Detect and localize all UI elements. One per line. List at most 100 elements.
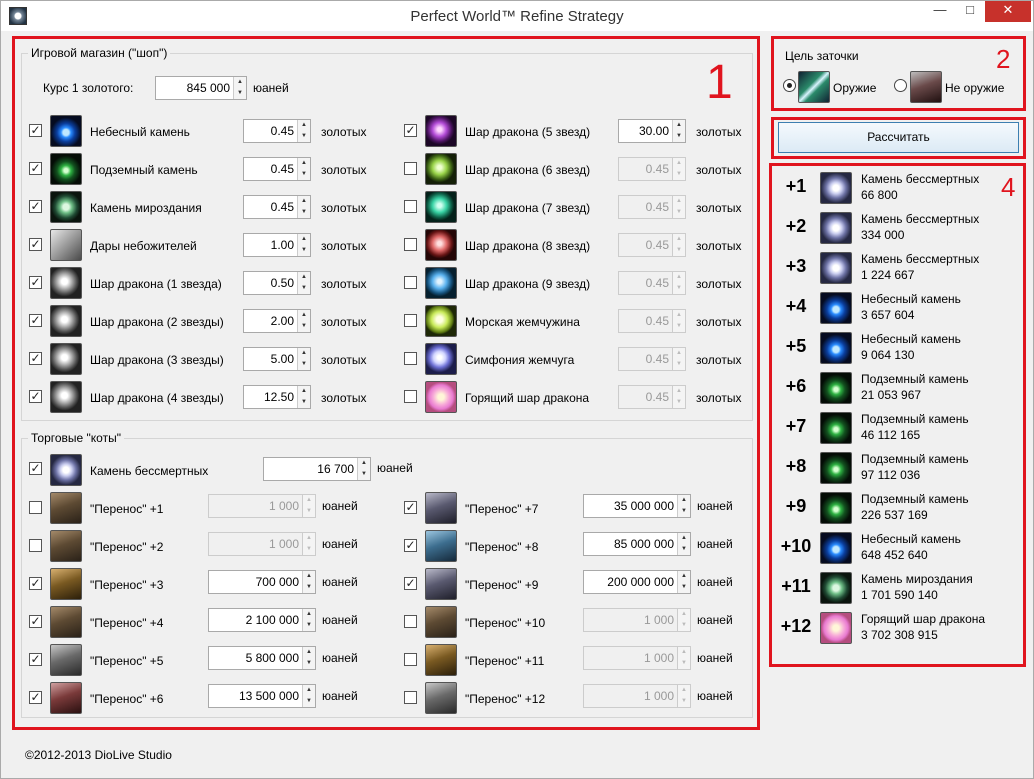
shop-item-price-input[interactable]: 0.45 ▲ ▼ (618, 309, 686, 333)
transfer-price-input[interactable]: 1 000 ▲ ▼ (208, 494, 316, 518)
shop-item-checkbox[interactable] (404, 314, 417, 327)
spin-arrows-icon[interactable]: ▲ ▼ (297, 272, 310, 294)
shop-item-checkbox[interactable]: ✓ (29, 390, 42, 403)
shop-item-price-input[interactable]: 0.45 ▲ ▼ (243, 119, 311, 143)
shop-item-price-input[interactable]: 30.00 ▲ ▼ (618, 119, 686, 143)
transfer-price-input[interactable]: 1 000 ▲ ▼ (583, 646, 691, 670)
immortal-price-input[interactable]: 16 700 ▲ ▼ (263, 457, 371, 481)
result-level: +7 (785, 416, 807, 436)
spin-arrows-icon[interactable]: ▲ ▼ (297, 310, 310, 332)
shop-item-checkbox[interactable]: ✓ (404, 124, 417, 137)
spin-arrows-icon[interactable]: ▲ ▼ (297, 348, 310, 370)
transfer-price-input[interactable]: 200 000 000 ▲ ▼ (583, 570, 691, 594)
transfer-price-input[interactable]: 2 100 000 ▲ ▼ (208, 608, 316, 632)
result-item-icon (820, 412, 852, 444)
transfer-checkbox[interactable] (404, 615, 417, 628)
immortal-checkbox[interactable]: ✓ (29, 462, 42, 475)
transfer-price-input[interactable]: 1 000 ▲ ▼ (583, 608, 691, 632)
transfer-price-input[interactable]: 5 800 000 ▲ ▼ (208, 646, 316, 670)
spin-arrows-icon[interactable]: ▲ ▼ (302, 495, 315, 517)
minimize-button[interactable]: — (925, 1, 955, 22)
spin-arrows-icon[interactable]: ▲ ▼ (233, 77, 246, 99)
spin-arrows-icon[interactable]: ▲ ▼ (672, 196, 685, 218)
spin-arrows-icon[interactable]: ▲ ▼ (297, 120, 310, 142)
spin-arrows-icon[interactable]: ▲ ▼ (297, 196, 310, 218)
spin-arrows-icon[interactable]: ▲ ▼ (672, 386, 685, 408)
transfer-checkbox[interactable]: ✓ (29, 691, 42, 704)
shop-item-price-input[interactable]: 5.00 ▲ ▼ (243, 347, 311, 371)
spin-arrows-icon[interactable]: ▲ ▼ (302, 571, 315, 593)
shop-item-price-input[interactable]: 1.00 ▲ ▼ (243, 233, 311, 257)
shop-item-checkbox[interactable] (404, 238, 417, 251)
spin-arrows-icon[interactable]: ▲ ▼ (672, 272, 685, 294)
spin-arrows-icon[interactable]: ▲ ▼ (677, 647, 690, 669)
transfer-checkbox[interactable]: ✓ (29, 615, 42, 628)
spin-arrows-icon[interactable]: ▲ ▼ (677, 495, 690, 517)
transfer-checkbox[interactable] (29, 539, 42, 552)
spin-arrows-icon[interactable]: ▲ ▼ (297, 386, 310, 408)
shop-item-checkbox[interactable]: ✓ (29, 314, 42, 327)
transfer-checkbox[interactable]: ✓ (404, 539, 417, 552)
shop-item-price-input[interactable]: 0.45 ▲ ▼ (618, 195, 686, 219)
shop-item-checkbox[interactable]: ✓ (29, 238, 42, 251)
transfer-checkbox[interactable]: ✓ (29, 653, 42, 666)
shop-item-price-input[interactable]: 0.45 ▲ ▼ (243, 195, 311, 219)
spin-arrows-icon[interactable]: ▲ ▼ (302, 647, 315, 669)
spin-arrows-icon[interactable]: ▲ ▼ (677, 571, 690, 593)
transfer-price-input[interactable]: 85 000 000 ▲ ▼ (583, 532, 691, 556)
shop-item-checkbox[interactable]: ✓ (29, 162, 42, 175)
transfer-checkbox[interactable] (29, 501, 42, 514)
result-row: +8 Подземный камень 97 112 036 (774, 448, 1024, 488)
target-weapon-radio[interactable] (783, 79, 796, 92)
shop-item-checkbox[interactable] (404, 276, 417, 289)
spin-arrows-icon[interactable]: ▲ ▼ (672, 348, 685, 370)
transfer-price-input[interactable]: 13 500 000 ▲ ▼ (208, 684, 316, 708)
shop-item-checkbox[interactable]: ✓ (29, 276, 42, 289)
shop-item-checkbox[interactable] (404, 200, 417, 213)
transfer-checkbox[interactable] (404, 653, 417, 666)
spin-arrows-icon[interactable]: ▲ ▼ (297, 234, 310, 256)
spin-arrows-icon[interactable]: ▲ ▼ (672, 310, 685, 332)
shop-item-checkbox[interactable] (404, 162, 417, 175)
shop-item-checkbox[interactable]: ✓ (29, 200, 42, 213)
shop-item-checkbox[interactable] (404, 390, 417, 403)
rate-input[interactable]: 845 000 ▲ ▼ (155, 76, 247, 100)
transfer-price-input[interactable]: 1 000 ▲ ▼ (208, 532, 316, 556)
shop-item-price-input[interactable]: 0.45 ▲ ▼ (618, 271, 686, 295)
spin-arrows-icon[interactable]: ▲ ▼ (357, 458, 370, 480)
shop-item-checkbox[interactable] (404, 352, 417, 365)
shop-item-price-input[interactable]: 0.50 ▲ ▼ (243, 271, 311, 295)
spin-arrows-icon[interactable]: ▲ ▼ (677, 685, 690, 707)
result-item-name: Небесный камень (861, 292, 961, 306)
shop-item-price-input[interactable]: 0.45 ▲ ▼ (618, 157, 686, 181)
universe-stone-icon (50, 191, 82, 223)
spin-arrows-icon[interactable]: ▲ ▼ (297, 158, 310, 180)
target-armor-radio[interactable] (894, 79, 907, 92)
close-button[interactable]: ✕ (985, 1, 1031, 22)
spin-arrows-icon[interactable]: ▲ ▼ (302, 533, 315, 555)
shop-item-price-input[interactable]: 0.45 ▲ ▼ (243, 157, 311, 181)
transfer-price-input[interactable]: 700 000 ▲ ▼ (208, 570, 316, 594)
spin-arrows-icon[interactable]: ▲ ▼ (672, 120, 685, 142)
shop-item-price-input[interactable]: 0.45 ▲ ▼ (618, 233, 686, 257)
shop-item-price-input[interactable]: 2.00 ▲ ▼ (243, 309, 311, 333)
transfer-checkbox[interactable]: ✓ (404, 577, 417, 590)
transfer-checkbox[interactable] (404, 691, 417, 704)
maximize-button[interactable]: □ (955, 1, 985, 22)
transfer-price-input[interactable]: 35 000 000 ▲ ▼ (583, 494, 691, 518)
spin-arrows-icon[interactable]: ▲ ▼ (677, 609, 690, 631)
spin-arrows-icon[interactable]: ▲ ▼ (672, 234, 685, 256)
spin-arrows-icon[interactable]: ▲ ▼ (302, 685, 315, 707)
shop-item-checkbox[interactable]: ✓ (29, 124, 42, 137)
transfer-price-input[interactable]: 1 000 ▲ ▼ (583, 684, 691, 708)
shop-item-checkbox[interactable]: ✓ (29, 352, 42, 365)
spin-arrows-icon[interactable]: ▲ ▼ (302, 609, 315, 631)
transfer-checkbox[interactable]: ✓ (29, 577, 42, 590)
calculate-button[interactable]: Рассчитать (778, 122, 1019, 153)
spin-arrows-icon[interactable]: ▲ ▼ (677, 533, 690, 555)
transfer-checkbox[interactable]: ✓ (404, 501, 417, 514)
shop-item-price-input[interactable]: 0.45 ▲ ▼ (618, 385, 686, 409)
spin-arrows-icon[interactable]: ▲ ▼ (672, 158, 685, 180)
shop-item-price-input[interactable]: 12.50 ▲ ▼ (243, 385, 311, 409)
shop-item-price-input[interactable]: 0.45 ▲ ▼ (618, 347, 686, 371)
